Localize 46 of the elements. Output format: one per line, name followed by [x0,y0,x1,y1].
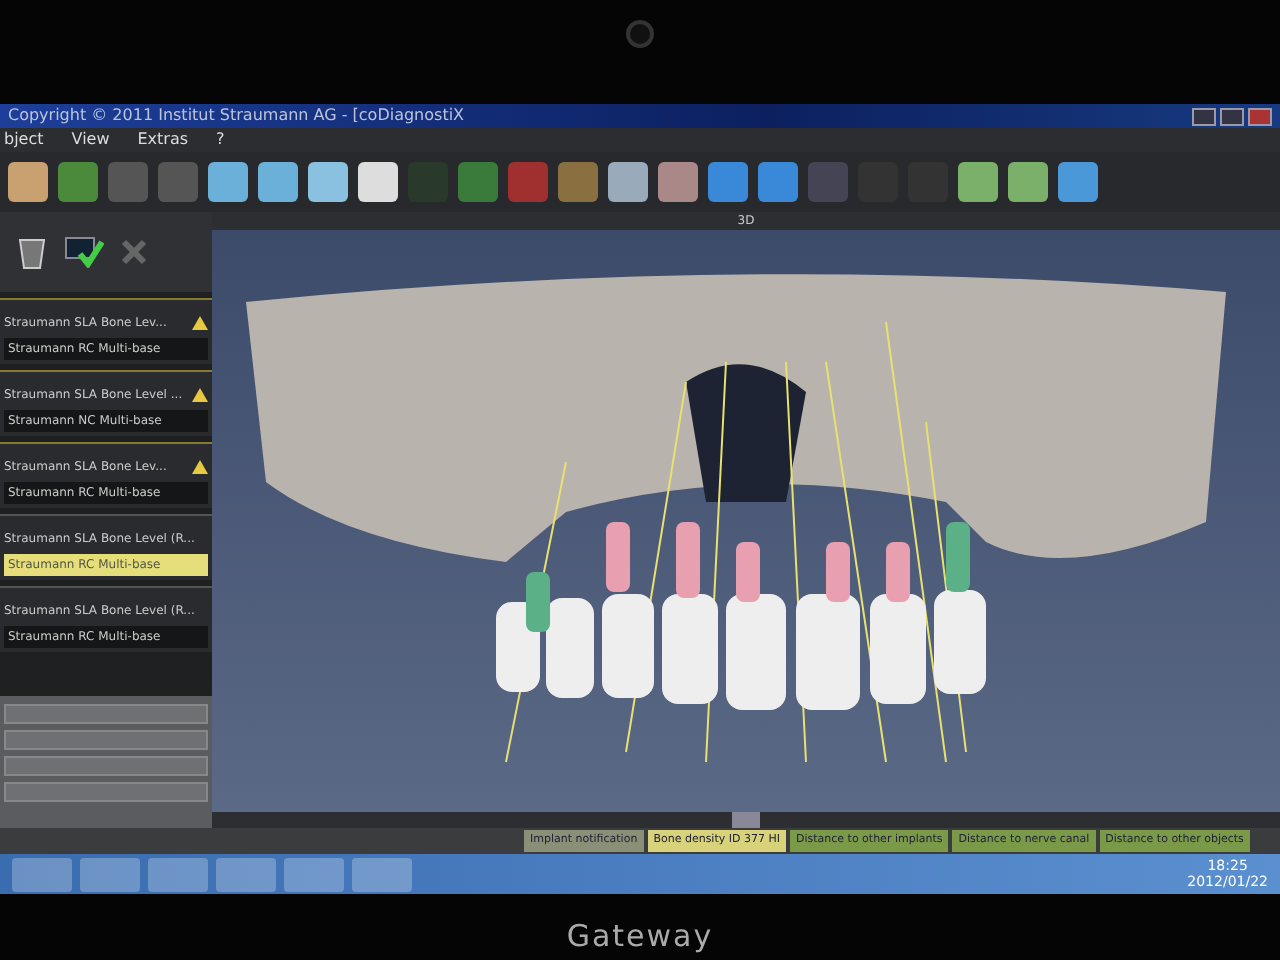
input-field[interactable] [4,782,208,802]
toolbar-icon[interactable] [958,162,998,202]
toolbar-icon[interactable] [558,162,598,202]
close-button[interactable] [1248,107,1272,125]
menu-item[interactable]: bject [4,128,44,152]
toolbar-icon[interactable] [758,162,798,202]
toolbar-icon[interactable] [58,162,98,202]
delete-icon[interactable] [120,238,148,266]
toolbar-icon[interactable] [258,162,298,202]
menu-item[interactable]: Extras [137,128,189,152]
dropdown-field[interactable] [4,704,208,724]
toolbar-icon[interactable] [358,162,398,202]
toolbar-icon[interactable] [108,162,148,202]
toolbar-icon[interactable] [208,162,248,202]
toolbar-icon[interactable] [308,162,348,202]
taskbar-app-icon[interactable] [148,857,208,891]
warning-icon [192,388,208,402]
monitor-check-icon[interactable] [64,236,104,268]
scrollbar-thumb[interactable] [732,812,760,828]
taskbar-app-icon[interactable] [12,857,72,891]
taskbar-app-icon[interactable] [80,857,140,891]
toolbar-icon[interactable] [458,162,498,202]
maximize-button[interactable] [1220,107,1244,125]
toolbar-icon[interactable] [508,162,548,202]
warning-icon [192,460,208,474]
warning-icon [192,316,208,330]
toolbar-icon[interactable] [158,162,198,202]
webcam-icon [626,20,654,48]
brand-logo: Gateway [566,916,714,959]
taskbar-app-icon[interactable] [284,857,344,891]
trash-icon[interactable] [16,234,48,270]
menu-item[interactable]: ? [216,128,225,152]
taskbar-app-icon[interactable] [352,857,412,891]
menu-item[interactable]: View [71,128,110,152]
toolbar-icon[interactable] [1058,162,1098,202]
toolbar-icon[interactable] [708,162,748,202]
input-field[interactable] [4,756,208,776]
window-title: Copyright © 2011 Institut Straumann AG - [coDiagnostiX [8,104,465,128]
toolbar-icon[interactable] [808,162,848,202]
input-field[interactable] [4,730,208,750]
toolbar-icon[interactable] [8,162,48,202]
toolbar-icon[interactable] [1008,162,1048,202]
taskbar-app-icon[interactable] [216,857,276,891]
toolbar-icon[interactable] [658,162,698,202]
toolbar-icon[interactable] [608,162,648,202]
minimize-button[interactable] [1192,107,1216,125]
